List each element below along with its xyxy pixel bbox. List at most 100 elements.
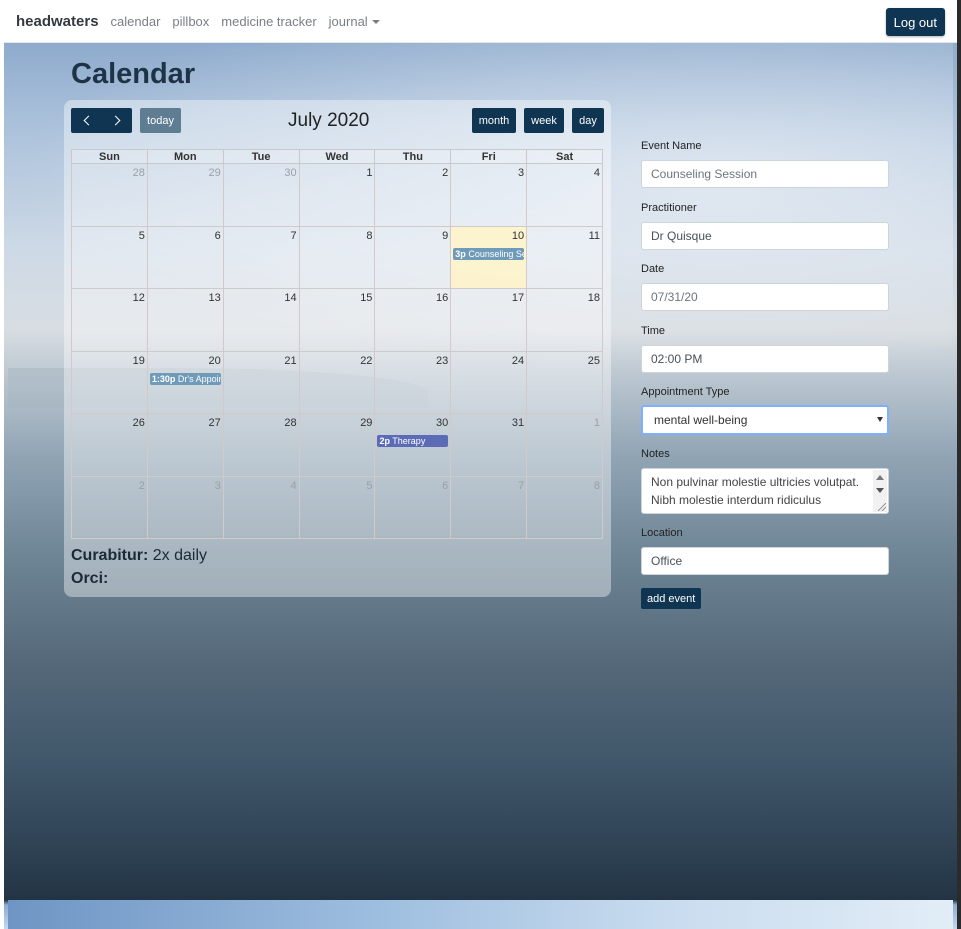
day-number[interactable]: 6 — [442, 480, 448, 492]
calendar-day[interactable]: 24 — [450, 351, 526, 413]
calendar-day[interactable]: 12 — [72, 289, 147, 351]
day-number[interactable]: 29 — [360, 417, 372, 429]
calendar-day[interactable]: 21 — [222, 351, 299, 413]
day-number[interactable]: 5 — [366, 480, 372, 492]
day-number[interactable]: 12 — [133, 292, 145, 304]
event-name-input[interactable]: Counseling Session — [641, 160, 889, 188]
nav-calendar[interactable]: calendar — [111, 14, 161, 29]
day-view-button[interactable]: day — [572, 108, 604, 133]
calendar-day[interactable]: 14 — [222, 289, 299, 351]
calendar-event[interactable]: 3p Counseling Session — [453, 247, 525, 260]
add-event-button[interactable]: add event — [641, 588, 702, 609]
day-number[interactable]: 19 — [133, 355, 145, 367]
resize-grip-icon[interactable] — [878, 503, 886, 511]
day-number[interactable]: 13 — [208, 292, 220, 304]
calendar-day[interactable]: 11 — [526, 226, 602, 288]
day-number[interactable]: 24 — [512, 355, 524, 367]
calendar-day[interactable]: 5 — [72, 227, 147, 289]
day-number[interactable]: 5 — [139, 230, 145, 242]
calendar-day[interactable]: 30 2p Therapy — [374, 414, 450, 476]
day-number[interactable]: 2 — [442, 167, 448, 179]
time-input[interactable]: 02:00 PM — [641, 345, 889, 373]
day-number[interactable]: 30 — [284, 167, 296, 179]
calendar-day[interactable]: 29 — [298, 414, 375, 476]
day-number[interactable]: 17 — [512, 292, 524, 304]
day-number[interactable]: 1 — [366, 167, 372, 179]
nav-journal-dropdown[interactable]: journal — [329, 14, 380, 29]
calendar-day[interactable]: 3 — [146, 476, 223, 538]
day-number[interactable]: 20 — [208, 355, 220, 367]
day-number[interactable]: 2 — [139, 480, 145, 492]
next-month-button[interactable] — [102, 108, 132, 133]
logout-button[interactable]: Log out — [885, 8, 945, 36]
calendar-day[interactable]: 6 — [374, 476, 450, 538]
practitioner-input[interactable]: Dr Quisque — [641, 222, 889, 250]
location-input[interactable]: Office — [641, 547, 889, 575]
day-number[interactable]: 31 — [512, 417, 524, 429]
calendar-day[interactable]: 28 — [222, 414, 299, 476]
calendar-day[interactable]: 25 — [526, 351, 602, 413]
day-number[interactable]: 15 — [360, 292, 372, 304]
day-number[interactable]: 26 — [133, 417, 145, 429]
day-number[interactable]: 6 — [215, 230, 221, 242]
calendar-event[interactable]: 1:30p Dr's Appointment — [149, 372, 221, 385]
calendar-day[interactable]: 1 — [526, 414, 602, 476]
calendar-day[interactable]: 28 — [72, 164, 147, 226]
calendar-day[interactable]: 4 — [222, 476, 299, 538]
today-button[interactable]: today — [140, 108, 181, 133]
day-number[interactable]: 29 — [208, 167, 220, 179]
month-view-button[interactable]: month — [472, 108, 516, 133]
calendar-day[interactable]: 17 — [450, 289, 526, 351]
notes-scrollbar[interactable] — [873, 470, 887, 512]
calendar-day[interactable]: 7 — [450, 476, 526, 538]
day-number[interactable]: 3 — [215, 480, 221, 492]
nav-medicine-tracker[interactable]: medicine tracker — [221, 14, 316, 29]
prev-month-button[interactable] — [71, 108, 103, 133]
calendar-day[interactable]: 5 — [298, 476, 375, 538]
day-number[interactable]: 7 — [290, 230, 296, 242]
day-number[interactable]: 23 — [436, 355, 448, 367]
day-number[interactable]: 11 — [589, 230, 600, 242]
calendar-day[interactable]: 2 — [374, 164, 450, 226]
scroll-down-icon[interactable] — [876, 488, 884, 493]
calendar-day[interactable]: 20 1:30p Dr's Appointment — [146, 351, 223, 413]
calendar-day[interactable]: 3 — [450, 164, 526, 226]
calendar-day[interactable]: 27 — [146, 414, 223, 476]
calendar-day[interactable]: 29 — [146, 164, 223, 226]
calendar-day[interactable]: 8 — [298, 226, 375, 288]
date-input[interactable]: 07/31/20 — [641, 283, 889, 311]
day-number[interactable]: 9 — [442, 230, 448, 242]
day-number[interactable]: 7 — [518, 480, 524, 492]
calendar-day[interactable]: 8 — [526, 476, 602, 538]
calendar-day[interactable]: 23 — [374, 351, 450, 413]
calendar-day[interactable]: 26 — [72, 414, 147, 476]
calendar-day-today[interactable]: 10 3p Counseling Session — [450, 226, 527, 288]
calendar-day[interactable]: 1 — [298, 164, 375, 226]
day-number[interactable]: 4 — [290, 480, 296, 492]
calendar-day[interactable]: 4 — [526, 164, 602, 226]
day-number[interactable]: 25 — [588, 355, 600, 367]
calendar-day[interactable]: 2 — [72, 477, 147, 539]
brand-logo[interactable]: headwaters — [16, 13, 99, 30]
notes-textarea[interactable]: Non pulvinar molestie ultricies volutpat… — [641, 468, 889, 514]
day-number[interactable]: 22 — [360, 355, 372, 367]
day-number[interactable]: 28 — [284, 417, 296, 429]
day-number[interactable]: 4 — [594, 167, 600, 179]
day-number[interactable]: 18 — [588, 292, 600, 304]
calendar-day[interactable]: 6 — [146, 226, 223, 288]
day-number[interactable]: 1 — [594, 417, 600, 429]
scroll-up-icon[interactable] — [876, 475, 884, 480]
week-view-button[interactable]: week — [524, 108, 564, 133]
nav-pillbox[interactable]: pillbox — [172, 14, 209, 29]
day-number[interactable]: 16 — [436, 292, 448, 304]
calendar-day[interactable]: 31 — [450, 414, 526, 476]
calendar-day[interactable]: 22 — [298, 351, 375, 413]
day-number[interactable]: 28 — [133, 167, 145, 179]
day-number[interactable]: 3 — [518, 167, 524, 179]
day-number[interactable]: 14 — [284, 292, 296, 304]
calendar-event[interactable]: 2p Therapy — [377, 435, 449, 447]
calendar-day[interactable]: 13 — [146, 289, 223, 351]
day-number[interactable]: 8 — [594, 480, 600, 492]
appointment-type-select[interactable]: mental well-being — [641, 405, 889, 435]
day-number[interactable]: 8 — [366, 230, 372, 242]
